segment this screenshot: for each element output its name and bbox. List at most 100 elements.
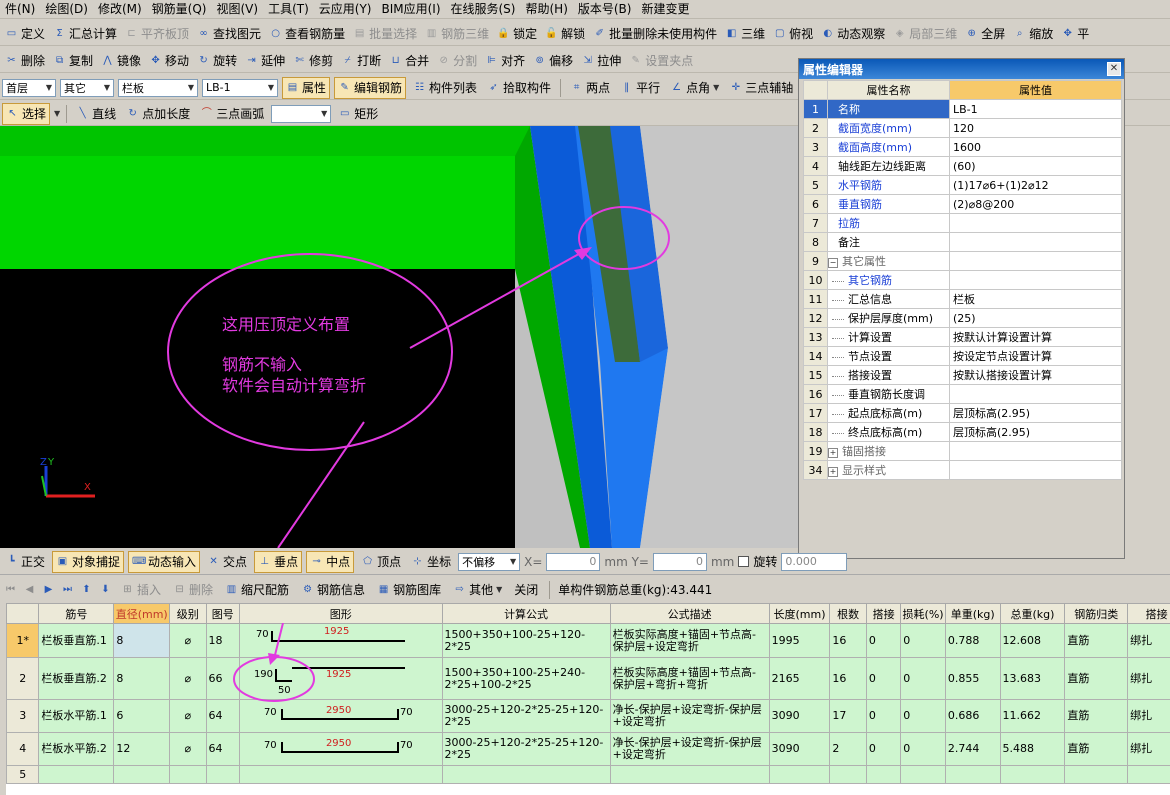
property-row[interactable]: 5 水平钢筋 (1)17⌀6+(1)2⌀12: [803, 175, 1122, 195]
cell-lap[interactable]: [865, 765, 902, 784]
insert-button[interactable]: ⊞ 插入: [118, 579, 164, 601]
cell-fig[interactable]: 66: [205, 657, 240, 700]
type-select[interactable]: 栏板 ▼: [118, 78, 198, 97]
cell-total[interactable]: [999, 765, 1066, 784]
properties-button[interactable]: ▤ 属性: [282, 76, 331, 99]
cell-count[interactable]: 2: [829, 732, 867, 766]
menu-item-8[interactable]: 在线服务(S): [446, 0, 521, 18]
toolbar2-button-7[interactable]: ⌿ 打断: [338, 50, 384, 72]
line-button[interactable]: ╲ 直线: [73, 103, 119, 125]
cell-dia[interactable]: 6: [113, 699, 171, 733]
menu-item-2[interactable]: 修改(M): [93, 0, 147, 18]
cell-fig[interactable]: 64: [205, 699, 240, 733]
cell-loss[interactable]: 0: [900, 699, 946, 733]
toolbar1-button-16[interactable]: ✥ 平: [1058, 23, 1092, 45]
3d-viewport[interactable]: 这用压顶定义布置 钢筋不输入 软件会自动计算弯折 Z Y X: [0, 126, 800, 548]
cell-cls[interactable]: [1064, 765, 1129, 784]
cell-len[interactable]: 3090: [768, 732, 831, 766]
move-up-icon[interactable]: ⬆: [80, 583, 93, 596]
cell-fig[interactable]: 18: [205, 623, 240, 658]
property-value[interactable]: [949, 232, 1122, 252]
cell-desc[interactable]: 栏板实际高度+锚固+节点高-保护层+设定弯折: [609, 623, 770, 658]
cell-name[interactable]: 栏板水平筋.2: [38, 732, 115, 766]
coordinate-toggle[interactable]: ⊹ 坐标: [408, 551, 454, 573]
cell-cls[interactable]: 直筋: [1064, 623, 1129, 658]
floor-select[interactable]: 首层 ▼: [2, 78, 56, 97]
expand-toggle-icon[interactable]: +: [828, 467, 838, 477]
move-down-icon[interactable]: ⬇: [99, 583, 112, 596]
cell-cls[interactable]: 直筋: [1064, 732, 1129, 766]
category-select[interactable]: 其它 ▼: [60, 78, 114, 97]
menu-item-7[interactable]: BIM应用(I): [376, 0, 445, 18]
menu-item-11[interactable]: 新建变更: [636, 0, 694, 18]
property-row[interactable]: 7 拉筋: [803, 213, 1122, 233]
cell-total[interactable]: 11.662: [999, 699, 1066, 733]
rebar-info-button[interactable]: ⚙ 钢筋信息: [298, 579, 368, 601]
cell-count[interactable]: 16: [829, 623, 867, 658]
offset-select[interactable]: 不偏移 ▼: [458, 552, 521, 571]
vertex-toggle[interactable]: ⬠ 顶点: [358, 551, 404, 573]
ortho-toggle[interactable]: ┗ 正交: [2, 551, 48, 573]
toolbar2-button-11[interactable]: ⊚ 偏移: [530, 50, 576, 72]
arc-mode-select[interactable]: ▼: [271, 104, 332, 123]
grid-header-11[interactable]: 单重(kg): [944, 603, 1001, 624]
cell-loss[interactable]: 0: [900, 657, 946, 700]
menu-item-9[interactable]: 帮助(H): [520, 0, 572, 18]
cell-loss[interactable]: [900, 765, 946, 784]
toolbar2-button-3[interactable]: ✥ 移动: [146, 50, 192, 72]
scale-rebar-button[interactable]: ▥ 缩尺配筋: [222, 579, 292, 601]
cell-len[interactable]: 2165: [768, 657, 831, 700]
cell-grade[interactable]: [169, 765, 207, 784]
property-row[interactable]: 11 汇总信息 栏板: [803, 289, 1122, 309]
toolbar1-button-7[interactable]: 🔒 锁定: [494, 23, 540, 45]
cell-grade[interactable]: ⌀: [169, 732, 207, 766]
grid-header-9[interactable]: 搭接: [865, 603, 902, 624]
grid-header-13[interactable]: 钢筋归类: [1064, 603, 1129, 624]
property-value[interactable]: LB-1: [949, 99, 1122, 119]
cell-shape[interactable]: [238, 765, 443, 784]
property-row[interactable]: 16 垂直钢筋长度调: [803, 384, 1122, 404]
cell-formula[interactable]: 1500+350+100-25+240-2*25+100-2*25: [441, 657, 611, 700]
toolbar2-button-12[interactable]: ⇲ 拉伸: [578, 50, 624, 72]
cell-lap[interactable]: 0: [865, 623, 902, 658]
toolbar1-button-9[interactable]: ✐ 批量删除未使用构件: [590, 23, 720, 45]
toolbar1-button-10[interactable]: ◧ 三维: [722, 23, 768, 45]
cell-formula[interactable]: 3000-25+120-2*25-25+120-2*25: [441, 699, 611, 733]
property-row[interactable]: 12 保护层厚度(mm) (25): [803, 308, 1122, 328]
toolbar1-button-4[interactable]: ○ 查看钢筋量: [266, 23, 348, 45]
x-input[interactable]: 0: [546, 552, 601, 571]
close-icon[interactable]: ✕: [1107, 62, 1121, 76]
y-input[interactable]: 0: [652, 552, 707, 571]
cell-name[interactable]: [38, 765, 115, 784]
toolbar1-button-0[interactable]: ▭ 定义: [2, 23, 48, 45]
grid-header-8[interactable]: 根数: [829, 603, 867, 624]
edit-rebar-button[interactable]: ✎ 编辑钢筋: [334, 76, 407, 99]
toolbar1-button-15[interactable]: ⌕ 缩放: [1010, 23, 1056, 45]
grid-header-10[interactable]: 损耗(%): [900, 603, 946, 624]
grid-header-1[interactable]: 直径(mm): [113, 603, 171, 624]
toolbar1-button-3[interactable]: ∞ 查找图元: [194, 23, 264, 45]
grid-header-0[interactable]: 筋号: [38, 603, 115, 624]
cell-formula[interactable]: [441, 765, 611, 784]
previous-record-icon[interactable]: ◀: [23, 583, 36, 596]
rotate-input[interactable]: 0.000: [781, 552, 848, 571]
last-record-icon[interactable]: ⏭: [61, 583, 74, 596]
property-value[interactable]: 层顶标高(2.95): [949, 422, 1122, 442]
property-row[interactable]: 14 节点设置 按设定节点设置计算: [803, 346, 1122, 366]
property-row[interactable]: 17 起点底标高(m) 层顶标高(2.95): [803, 403, 1122, 423]
property-value[interactable]: 1600: [949, 137, 1122, 157]
cell-len[interactable]: 3090: [768, 699, 831, 733]
property-row[interactable]: 19 + 锚固搭接: [803, 441, 1122, 461]
object-snap-toggle[interactable]: ▣ 对象捕捉: [52, 550, 125, 573]
grid-header-7[interactable]: 长度(mm): [768, 603, 831, 624]
three-point-arc-button[interactable]: ⌒ 三点画弧: [197, 103, 267, 125]
property-row[interactable]: 8 备注: [803, 232, 1122, 252]
rotate-checkbox[interactable]: [738, 556, 750, 567]
cell-cls[interactable]: 直筋: [1064, 699, 1129, 733]
toolbar1-button-2[interactable]: ⊏ 平齐板顶: [122, 23, 192, 45]
delete-row-button[interactable]: ⊟ 删除: [170, 579, 216, 601]
cell-count[interactable]: 16: [829, 657, 867, 700]
first-record-icon[interactable]: ⏮: [4, 583, 17, 596]
cell-lapt[interactable]: [1127, 765, 1170, 784]
cell-shape[interactable]: 70 2950 70: [238, 699, 443, 733]
